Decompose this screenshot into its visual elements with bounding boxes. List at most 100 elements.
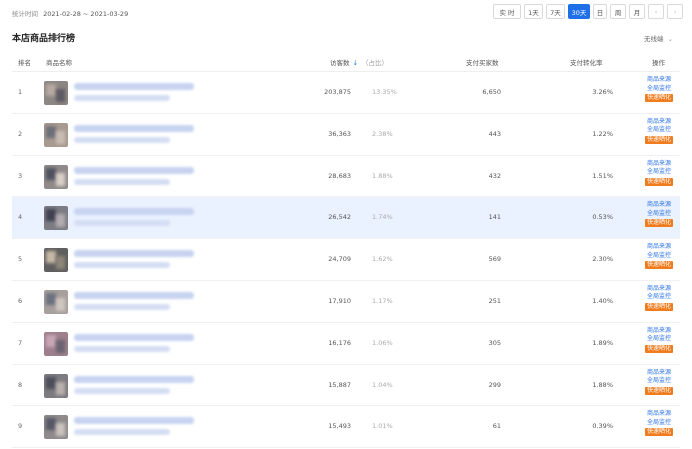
product-thumbnail[interactable] xyxy=(44,164,68,189)
product-thumbnail[interactable] xyxy=(44,415,68,440)
product-name[interactable] xyxy=(74,208,194,227)
product-name-blur-line xyxy=(74,250,194,258)
conversion-cell: 0.39% xyxy=(592,422,613,431)
product-source-link[interactable]: 商品来源 xyxy=(647,410,671,419)
top-bar: 统计时间 2021-02-28 ~ 2021-03-29 实 时 1天 7天 3… xyxy=(0,0,692,24)
quick-action-button[interactable]: 快速晒化 xyxy=(644,386,673,395)
col-buyers[interactable]: 支付买家数 xyxy=(466,57,499,67)
product-source-link[interactable]: 商品来源 xyxy=(647,243,671,252)
dropdown-label: 无线端 xyxy=(644,35,664,43)
product-name[interactable] xyxy=(74,291,194,310)
terminal-dropdown[interactable]: 无线端 ⌄ xyxy=(644,33,673,43)
product-name[interactable] xyxy=(74,333,194,352)
stat-period: 统计时间 2021-02-28 ~ 2021-03-29 xyxy=(12,8,128,18)
range-7day-button[interactable]: 7天 xyxy=(546,4,565,19)
range-30day-button[interactable]: 30天 xyxy=(568,4,590,19)
product-thumbnail[interactable] xyxy=(44,206,68,231)
conversion-cell: 1.22% xyxy=(592,129,613,138)
product-name[interactable] xyxy=(74,83,194,101)
visitors-cell: 203,875 xyxy=(324,88,351,96)
share-cell: 1.88% xyxy=(372,171,393,180)
buyers-cell: 141 xyxy=(488,213,501,222)
range-1day-button[interactable]: 1天 xyxy=(524,4,543,19)
action-cell: 商品来源 全局监控 快速晒化 xyxy=(639,410,679,437)
product-source-link[interactable]: 商品来源 xyxy=(647,201,671,210)
quick-action-button[interactable]: 快速晒化 xyxy=(644,302,673,311)
quick-action-button[interactable]: 快速晒化 xyxy=(644,177,673,186)
visitors-cell: 15,887 xyxy=(328,380,351,389)
range-day-button[interactable]: 日 xyxy=(593,4,607,19)
global-monitor-link[interactable]: 全局监控 xyxy=(647,293,671,302)
rank-cell: 8 xyxy=(18,380,23,389)
sort-down-icon[interactable]: ↓ xyxy=(353,59,358,67)
share-cell: 1.17% xyxy=(372,296,393,305)
action-cell: 商品来源 全局监控 快速晒化 xyxy=(639,327,679,353)
product-source-link[interactable]: 商品来源 xyxy=(647,327,671,336)
global-monitor-link[interactable]: 全局监控 xyxy=(647,335,671,344)
product-name-blur-line xyxy=(74,333,194,341)
visitors-cell: 16,176 xyxy=(328,338,351,347)
table-row[interactable]: 3 28,683 1.88% 432 1.51% 商品来源 全局监控 快速晒化 xyxy=(12,156,680,198)
product-name[interactable] xyxy=(74,124,194,143)
product-thumbnail[interactable] xyxy=(44,289,68,314)
quick-action-button[interactable]: 快速晒化 xyxy=(644,261,673,270)
col-conversion[interactable]: 支付转化率 xyxy=(570,57,603,67)
conversion-cell: 1.88% xyxy=(592,380,613,389)
rank-cell: 5 xyxy=(18,255,23,264)
range-week-button[interactable]: 周 xyxy=(610,4,626,19)
product-name-blur-line xyxy=(74,417,194,425)
table-row[interactable]: 4 26,542 1.74% 141 0.53% 商品来源 全局监控 快速晒化 xyxy=(12,197,680,240)
next-arrow-icon[interactable]: › xyxy=(667,4,683,19)
share-cell: 1.06% xyxy=(372,338,393,347)
quick-action-button[interactable]: 快速晒化 xyxy=(644,344,673,353)
buyers-cell: 569 xyxy=(488,255,501,264)
product-name[interactable] xyxy=(74,417,194,436)
product-name-blur-line xyxy=(74,345,170,352)
product-thumbnail[interactable] xyxy=(44,248,68,273)
global-monitor-link[interactable]: 全局监控 xyxy=(647,168,671,177)
table-row[interactable]: 5 24,709 1.62% 569 2.30% 商品来源 全局监控 快速晒化 xyxy=(12,239,680,281)
product-name[interactable] xyxy=(74,166,194,185)
visitors-cell: 28,683 xyxy=(328,171,351,180)
quick-action-button[interactable]: 快速晒化 xyxy=(644,135,673,144)
product-source-link[interactable]: 商品来源 xyxy=(647,369,671,378)
quick-action-button[interactable]: 快速晒化 xyxy=(644,94,673,102)
global-monitor-link[interactable]: 全局监控 xyxy=(647,419,671,428)
range-selector: 实 时 1天 7天 30天 日 周 月 ‹ › xyxy=(493,4,683,19)
table-row[interactable]: 2 36,363 2.38% 443 1.22% 商品来源 全局监控 快速晒化 xyxy=(12,114,680,156)
table-row[interactable]: 6 17,910 1.17% 251 1.40% 商品来源 全局监控 快速晒化 xyxy=(12,281,680,323)
product-source-link[interactable]: 商品来源 xyxy=(647,76,671,85)
visitors-cell: 24,709 xyxy=(328,255,351,264)
table-row[interactable]: 8 15,887 1.04% 299 1.88% 商品来源 全局监控 快速晒化 xyxy=(12,365,680,407)
product-thumbnail[interactable] xyxy=(44,81,68,105)
product-thumbnail[interactable] xyxy=(44,122,68,147)
conversion-cell: 2.30% xyxy=(592,255,613,264)
global-monitor-link[interactable]: 全局监控 xyxy=(647,126,671,135)
range-realtime-button[interactable]: 实 时 xyxy=(493,4,521,19)
global-monitor-link[interactable]: 全局监控 xyxy=(647,377,671,386)
col-share-label: （占比） xyxy=(361,59,388,67)
global-monitor-link[interactable]: 全局监控 xyxy=(647,210,671,219)
action-cell: 商品来源 全局监控 快速晒化 xyxy=(639,285,679,311)
buyers-cell: 61 xyxy=(492,422,501,431)
quick-action-button[interactable]: 快速晒化 xyxy=(644,428,673,437)
table-row[interactable]: 9 15,493 1.01% 61 0.39% 商品来源 全局监控 快速晒化 xyxy=(12,406,680,449)
product-name-blur-line xyxy=(74,124,194,132)
prev-arrow-icon[interactable]: ‹ xyxy=(648,4,664,19)
table-row[interactable]: 1 203,875 13.35% 6,650 3.26% 商品来源 全局监控 快… xyxy=(12,72,680,114)
product-name[interactable] xyxy=(74,250,194,269)
buyers-cell: 305 xyxy=(488,338,501,347)
table-row[interactable]: 7 16,176 1.06% 305 1.89% 商品来源 全局监控 快速晒化 xyxy=(12,323,680,365)
global-monitor-link[interactable]: 全局监控 xyxy=(647,252,671,261)
product-thumbnail[interactable] xyxy=(44,373,68,398)
product-thumbnail[interactable] xyxy=(44,331,68,356)
conversion-cell: 0.53% xyxy=(592,213,613,222)
range-month-button[interactable]: 月 xyxy=(629,4,645,19)
global-monitor-link[interactable]: 全局监控 xyxy=(647,85,671,94)
col-visitors[interactable]: 访客数 ↓ （占比） xyxy=(330,57,388,67)
product-name-blur-line xyxy=(74,303,170,310)
quick-action-button[interactable]: 快速晒化 xyxy=(644,219,673,228)
product-name[interactable] xyxy=(74,375,194,394)
product-source-link[interactable]: 商品来源 xyxy=(647,160,671,169)
rank-cell: 1 xyxy=(18,88,23,96)
